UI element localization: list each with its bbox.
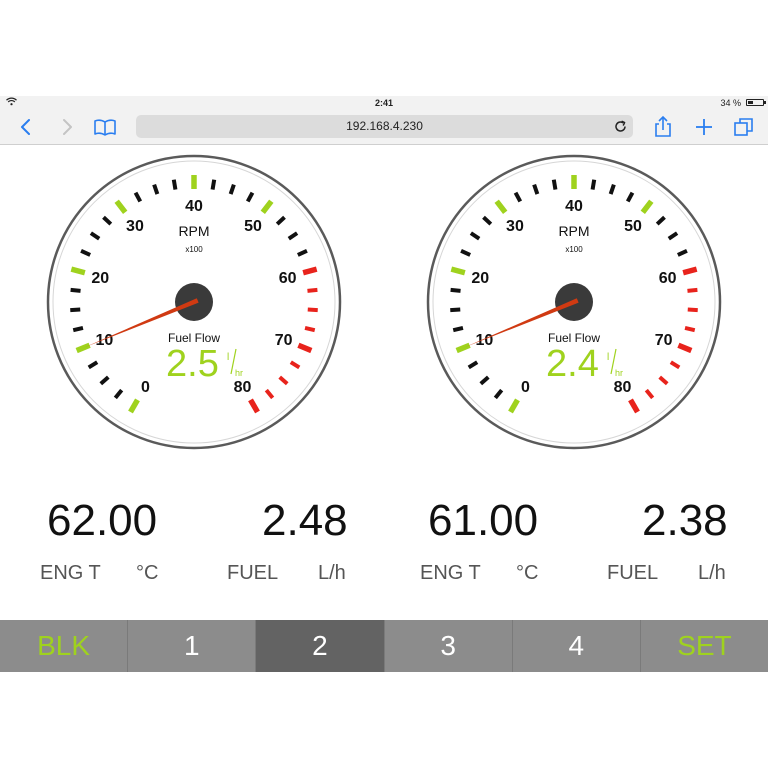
minor-tick [684,325,696,333]
readout-label: FUEL [227,562,279,584]
scale-label: 20 [471,270,489,287]
share-icon[interactable] [650,114,676,140]
minor-tick [70,307,81,313]
readout-unit: °C [136,562,159,584]
scale-label: 0 [521,379,530,396]
scale-label: 50 [624,218,642,235]
url-text: 192.168.4.230 [346,119,423,133]
gauge-dial: 01020304050607080RPMx100Fuel Flow2.5 lhr [46,154,342,450]
minor-tick [304,325,316,333]
fuel-flow-value: 2.4 [546,343,599,385]
gauge-title: RPM [178,223,209,239]
url-bar[interactable]: 192.168.4.230 [136,115,633,138]
scale-label: 80 [234,379,252,396]
minor-tick [307,287,318,293]
major-tick [682,266,698,276]
scale-label: 40 [185,198,203,215]
tab-4[interactable]: 4 [512,620,641,672]
tabs-icon[interactable] [731,114,757,140]
battery-percent: 34 % [720,98,741,108]
minor-tick [450,287,461,293]
tab-1[interactable]: 1 [128,620,257,672]
bookmarks-icon[interactable] [92,114,118,140]
minor-tick [70,287,81,293]
gauge-title: RPM [558,223,589,239]
rpm-gauge-right: 0 10 20 30 40 50 60 70 80 RPM x100 Fuel Flow 2.4 l hr [424,152,724,452]
scale-label: 30 [506,218,524,235]
readout-unit: L/h [318,562,346,584]
readout-unit: °C [516,562,539,584]
major-tick [450,266,466,276]
status-bar: 2:41 34 % [0,96,768,110]
readout-label: FUEL [607,562,659,584]
minor-tick [590,179,597,190]
minor-tick [452,325,464,333]
minor-tick [210,179,217,190]
scale-label: 70 [275,332,293,349]
tab-3[interactable]: 3 [384,620,513,672]
fuel-flow-unit-top: l [227,352,229,363]
fuel-flow-unit-top: l [607,352,609,363]
reload-icon[interactable] [612,118,629,135]
scale-label: 80 [614,379,632,396]
minor-tick [687,287,698,293]
forward-icon[interactable] [54,114,80,140]
fuel-flow-unit-bottom: hr [235,368,243,378]
battery-icon [746,99,766,106]
new-tab-icon[interactable] [691,114,717,140]
rpm-gauge-left: 0 10 20 30 40 50 60 70 80 RPM x100 Fuel Flow 2.5 l hr [44,152,344,452]
scale-label: 10 [95,332,113,349]
tab-blk[interactable]: BLK [0,620,129,672]
minor-tick [171,179,178,190]
readout-label: ENG T [420,562,481,584]
readout-value: 62.00 [47,496,158,545]
gauge-dial: 01020304050607080RPMx100Fuel Flow2.4 lhr [426,154,722,450]
scale-label: 60 [279,270,297,287]
back-icon[interactable] [14,114,40,140]
browser-toolbar: 192.168.4.230 [0,110,768,145]
scale-label: 50 [244,218,262,235]
minor-tick [687,307,698,313]
readout-value: 2.48 [262,496,348,545]
minor-tick [307,307,318,313]
scale-label: 30 [126,218,144,235]
readout-unit: L/h [698,562,726,584]
readout-label: ENG T [40,562,101,584]
fuel-flow-value: 2.5 [166,343,219,385]
tab-2[interactable]: 2 [256,620,385,672]
gauge-multiplier: x100 [185,245,203,254]
scale-label: 40 [565,198,583,215]
scale-label: 60 [659,270,677,287]
major-tick [70,266,86,276]
scale-label: 10 [475,332,493,349]
scale-label: 0 [141,379,150,396]
fuel-flow-unit-bottom: hr [615,368,623,378]
minor-tick [551,179,558,190]
readout-value: 61.00 [428,496,539,545]
readout-value: 2.38 [642,496,728,545]
status-time: 2:41 [374,98,393,108]
scale-label: 20 [91,270,109,287]
page-tab-bar: BLK 1 2 3 4 SET [0,620,768,672]
minor-tick [450,307,461,313]
scale-label: 70 [655,332,673,349]
gauge-multiplier: x100 [565,245,583,254]
major-tick [302,266,318,276]
tab-set[interactable]: SET [640,620,768,672]
minor-tick [72,325,84,333]
